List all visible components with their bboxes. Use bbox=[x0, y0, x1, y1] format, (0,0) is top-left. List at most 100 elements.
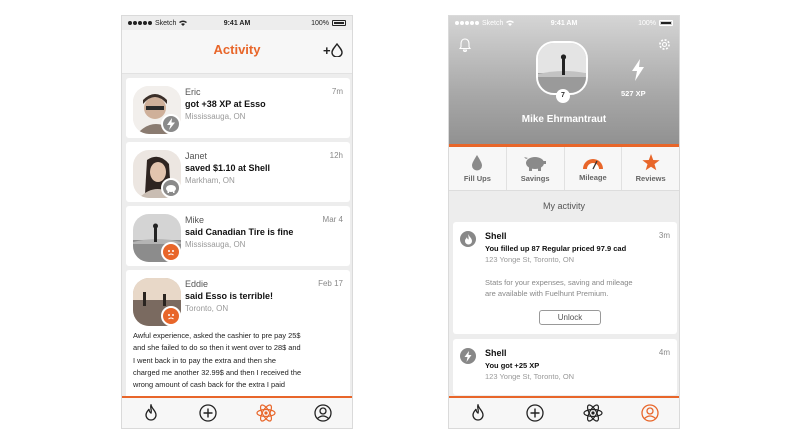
my-activity-card[interactable]: Shell 3m You filled up 87 Regular priced… bbox=[453, 222, 677, 334]
review-text: Awful experience, asked the cashier to p… bbox=[133, 330, 344, 391]
tab-atom[interactable] bbox=[564, 398, 622, 428]
activity-time: 4m bbox=[658, 348, 670, 357]
profile-header: 7 527 XP Mike Ehrmantraut bbox=[449, 16, 679, 149]
status-bar: Sketch 9:41 AM 100% bbox=[449, 16, 679, 30]
status-bar: Sketch 9:41 AM 100% bbox=[122, 16, 352, 30]
activity-card-eric[interactable]: Eric 7m got +38 XP at Esso Mississauga, … bbox=[126, 78, 350, 138]
atom-icon bbox=[256, 404, 276, 422]
review-line: I went back in to pay the extra and then… bbox=[133, 355, 276, 365]
activity-message: You filled up 87 Regular priced 97.9 cad bbox=[485, 244, 627, 253]
promo-line: Stats for your expenses, saving and mile… bbox=[485, 278, 633, 287]
card-timestamp: 12h bbox=[329, 151, 343, 160]
stat-label: Mileage bbox=[579, 172, 607, 182]
drop-icon bbox=[472, 154, 483, 170]
profile-avatar[interactable] bbox=[536, 41, 588, 95]
stat-label: Reviews bbox=[635, 174, 666, 183]
my-activity-card[interactable]: Shell 4m You got +25 XP 123 Yonge St, To… bbox=[453, 339, 677, 395]
stat-reviews[interactable]: Reviews bbox=[622, 147, 679, 190]
review-line: charged me another 32.99$ and then I rec… bbox=[133, 367, 302, 377]
status-time: 9:41 AM bbox=[550, 19, 578, 27]
card-action: said Canadian Tire is fine bbox=[185, 227, 294, 237]
review-line: Awful experience, asked the cashier to p… bbox=[133, 331, 301, 340]
card-action: said Esso is terrible! bbox=[185, 291, 274, 301]
card-timestamp: Feb 17 bbox=[318, 279, 343, 288]
promo-line: are available with Fuelhunt Premium. bbox=[485, 288, 609, 298]
card-user-name: Mike bbox=[185, 215, 205, 225]
card-location: Toronto, ON bbox=[185, 304, 229, 313]
tab-atom[interactable] bbox=[237, 398, 295, 428]
signal-icon bbox=[455, 21, 479, 25]
wifi-icon bbox=[506, 20, 515, 26]
add-circle-icon bbox=[199, 404, 217, 422]
face-badge-icon bbox=[161, 306, 181, 326]
card-user-name: Eric bbox=[185, 87, 201, 97]
station-name: Shell bbox=[485, 231, 507, 241]
carrier-label: Sketch bbox=[155, 19, 177, 27]
unlock-button[interactable]: Unlock bbox=[539, 310, 601, 325]
stat-mileage[interactable]: Mileage bbox=[565, 147, 623, 190]
stat-label: Fill Ups bbox=[463, 173, 491, 183]
station-name: Shell bbox=[485, 348, 507, 358]
signal-icon bbox=[128, 21, 152, 25]
bolt-icon bbox=[460, 348, 476, 364]
tab-profile[interactable] bbox=[295, 398, 353, 428]
star-icon bbox=[642, 154, 660, 171]
status-time: 9:41 AM bbox=[223, 19, 251, 27]
activity-phone-screen: Sketch 9:41 AM 100% Activity + Eric 7m g… bbox=[121, 15, 353, 429]
piggy-bank-icon bbox=[524, 156, 547, 171]
tab-flame[interactable] bbox=[122, 398, 180, 428]
tab-add[interactable] bbox=[507, 398, 565, 428]
activity-feed[interactable]: Eric 7m got +38 XP at Esso Mississauga, … bbox=[122, 62, 352, 398]
activity-message: You got +25 XP bbox=[485, 361, 540, 370]
activity-card-eddie[interactable]: Eddie Feb 17 said Esso is terrible! Toro… bbox=[126, 270, 350, 398]
card-timestamp: 7m bbox=[331, 87, 343, 96]
card-location: Mississauga, ON bbox=[185, 112, 246, 121]
xp-total: 527 XP bbox=[621, 89, 646, 98]
card-action: saved $1.10 at Shell bbox=[185, 163, 271, 173]
wifi-icon bbox=[179, 20, 188, 26]
review-line: wrong amount of cash back for the extra … bbox=[133, 380, 286, 390]
battery-percent: 100% bbox=[638, 19, 657, 27]
stat-label: Savings bbox=[520, 173, 550, 183]
card-location: Mississauga, ON bbox=[185, 240, 246, 249]
activity-card-mike[interactable]: Mike Mar 4 said Canadian Tire is fine Mi… bbox=[126, 206, 350, 266]
bolt-icon bbox=[632, 59, 644, 81]
battery-icon bbox=[659, 20, 674, 26]
flame-icon bbox=[460, 231, 476, 247]
flame-icon bbox=[145, 404, 157, 421]
add-friend-button[interactable]: + bbox=[323, 42, 345, 58]
tab-bar bbox=[449, 396, 679, 428]
plus-label: + bbox=[323, 42, 331, 58]
battery-icon bbox=[332, 20, 347, 26]
card-location: Markham, ON bbox=[185, 176, 235, 185]
premium-promo: Stats for your expenses, saving and mile… bbox=[485, 278, 669, 299]
page-title: Activity bbox=[213, 42, 261, 57]
flame-icon bbox=[472, 404, 484, 421]
card-user-name: Janet bbox=[185, 151, 208, 161]
tab-flame[interactable] bbox=[449, 398, 507, 428]
settings-gear-icon[interactable] bbox=[658, 38, 671, 51]
stat-fill-ups[interactable]: Fill Ups bbox=[449, 147, 507, 190]
battery-percent: 100% bbox=[311, 19, 330, 27]
gauge-icon bbox=[582, 158, 603, 169]
drop-icon bbox=[330, 43, 343, 57]
piggy-badge-icon bbox=[161, 178, 181, 198]
station-address: 123 Yonge St, Toronto, ON bbox=[485, 372, 575, 381]
station-address: 123 Yonge St, Toronto, ON bbox=[485, 255, 575, 264]
tab-bar bbox=[122, 396, 352, 428]
bolt-badge-icon bbox=[161, 114, 181, 134]
activity-time: 3m bbox=[658, 231, 670, 240]
face-badge-icon bbox=[161, 242, 181, 262]
stat-savings[interactable]: Savings bbox=[507, 147, 565, 190]
activity-card-janet[interactable]: Janet 12h saved $1.10 at Shell Markham, … bbox=[126, 142, 350, 202]
tab-add[interactable] bbox=[180, 398, 238, 428]
notification-bell-icon[interactable] bbox=[459, 38, 471, 52]
section-title: My activity bbox=[542, 201, 585, 211]
tab-profile[interactable] bbox=[622, 398, 680, 428]
carrier-label: Sketch bbox=[482, 19, 504, 27]
review-line: and she failed to do so then it went ove… bbox=[133, 343, 301, 353]
card-action: got +38 XP at Esso bbox=[185, 99, 266, 109]
profile-phone-screen: 7 527 XP Mike Ehrmantraut Sketch 9:41 AM… bbox=[448, 15, 680, 429]
card-user-name: Eddie bbox=[185, 279, 209, 289]
card-timestamp: Mar 4 bbox=[322, 215, 343, 224]
